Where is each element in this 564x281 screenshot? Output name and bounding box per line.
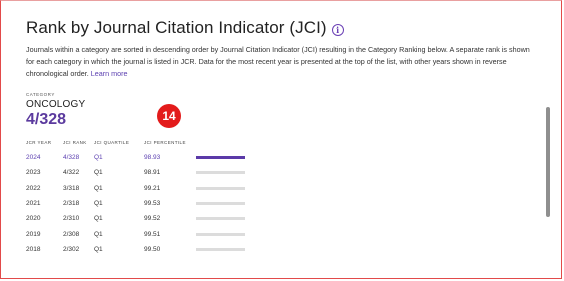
table-row: 2023 4/322 Q1 98.91 — [24, 165, 256, 180]
row-rank: 3/318 — [63, 184, 80, 192]
header-jci-percentile: JCI PERCENTILE — [144, 140, 186, 145]
learn-more-link[interactable]: Learn more — [91, 69, 128, 78]
header-percentile-bar — [196, 140, 256, 150]
header-jci-rank: JCI RANK — [63, 140, 87, 145]
vertical-scrollbar[interactable] — [546, 107, 550, 217]
category-rank: 4/328 — [26, 111, 67, 128]
row-percentile-bar — [196, 150, 256, 165]
table-row: 2022 3/318 Q1 99.21 — [24, 181, 256, 196]
table-header-row: JCR YEAR JCI RANK JCI QUARTILE JCI PERCE… — [24, 140, 256, 150]
row-quartile: Q1 — [94, 169, 103, 177]
row-quartile: Q1 — [94, 215, 103, 223]
row-year: 2018 — [26, 245, 41, 253]
row-percentile-bar — [196, 242, 256, 257]
percentile-bar — [196, 155, 245, 160]
percentile-bar — [196, 217, 245, 221]
panel-title: Rank by Journal Citation Indicator (JCI) — [26, 18, 327, 37]
table-row: 2018 2/302 Q1 99.50 — [24, 242, 256, 257]
table-row: 2020 2/310 Q1 99.52 — [24, 211, 256, 226]
row-percentile-bar — [196, 226, 256, 241]
percentile-bar — [196, 247, 245, 251]
row-percentile-bar — [196, 211, 256, 226]
row-rank: 4/322 — [63, 169, 80, 177]
jci-rank-table: JCR YEAR JCI RANK JCI QUARTILE JCI PERCE… — [24, 140, 256, 257]
info-icon[interactable]: i — [331, 23, 344, 36]
panel-description: Journals within a category are sorted in… — [26, 44, 538, 80]
row-year: 2023 — [26, 169, 41, 177]
row-rank: 4/328 — [63, 154, 80, 162]
row-rank: 2/308 — [63, 230, 80, 238]
category-name: ONCOLOGY — [26, 99, 86, 110]
percentile-bar — [196, 171, 245, 175]
row-year: 2022 — [26, 184, 41, 192]
header-jcr-year: JCR YEAR — [26, 140, 52, 145]
table-row: 2021 2/318 Q1 99.53 — [24, 196, 256, 211]
row-quartile: Q1 — [94, 200, 103, 208]
row-year: 2024 — [26, 154, 41, 162]
row-rank: 2/310 — [63, 215, 80, 223]
row-year: 2020 — [26, 215, 41, 223]
row-percentile: 99.50 — [144, 245, 161, 253]
header-jci-quartile: JCI QUARTILE — [94, 140, 130, 145]
row-quartile: Q1 — [94, 184, 103, 192]
row-quartile: Q1 — [94, 245, 103, 253]
row-percentile: 99.52 — [144, 215, 161, 223]
row-percentile-bar — [196, 196, 256, 211]
percentile-bar — [196, 232, 245, 236]
row-percentile: 98.91 — [144, 169, 161, 177]
row-percentile: 99.53 — [144, 200, 161, 208]
row-year: 2021 — [26, 200, 41, 208]
category-label: CATEGORY — [26, 92, 55, 97]
row-quartile: Q1 — [94, 230, 103, 238]
row-percentile-bar — [196, 181, 256, 196]
row-percentile: 98.93 — [144, 154, 161, 162]
row-rank: 2/302 — [63, 245, 80, 253]
percentile-bar — [196, 202, 245, 206]
annotation-badge: 14 — [157, 104, 181, 128]
row-percentile: 99.51 — [144, 230, 161, 238]
row-percentile: 99.21 — [144, 184, 161, 192]
row-rank: 2/318 — [63, 200, 80, 208]
row-year: 2019 — [26, 230, 41, 238]
panel-header: Rank by Journal Citation Indicator (JCI)… — [26, 18, 344, 38]
table-row: 2019 2/308 Q1 99.51 — [24, 226, 256, 241]
percentile-bar — [196, 186, 245, 190]
row-percentile-bar — [196, 165, 256, 180]
row-quartile: Q1 — [94, 154, 103, 162]
table-row: 2024 4/328 Q1 98.93 — [24, 150, 256, 165]
